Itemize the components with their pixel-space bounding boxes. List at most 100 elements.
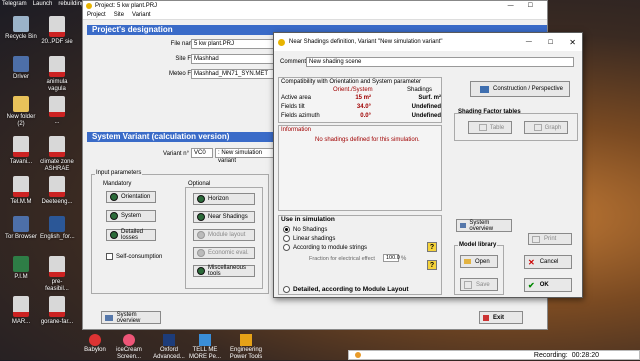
exit-button[interactable]: Exit xyxy=(479,311,523,324)
system-overview-label: System overview xyxy=(116,311,141,324)
desktop-icon[interactable]: 20..PDF sie xyxy=(40,16,74,46)
dialog-maximize-icon[interactable]: ☐ xyxy=(548,39,553,46)
table-button[interactable]: Table xyxy=(468,121,512,134)
desktop-icon-label: Tel.M.M xyxy=(10,199,32,205)
variant-name-field[interactable]: : New simulation variant xyxy=(215,148,275,164)
desktop-icon[interactable]: Tavani... xyxy=(4,136,38,166)
main-titlebar: Project: 5 kw plant.PRJ — ☐ xyxy=(83,1,547,10)
variant-code-field[interactable]: VC0 xyxy=(191,148,213,158)
desktop-icon-label: P.I.M xyxy=(14,274,28,280)
perspective-icon xyxy=(479,85,489,93)
miscellaneous-tools-label: Miscellaneous tools xyxy=(208,265,247,277)
icecream-icon xyxy=(123,334,135,346)
desktop-icon[interactable]: P.I.M xyxy=(4,256,38,281)
desktop-icon-label: ... xyxy=(54,119,60,125)
radio-module-strings[interactable]: According to module strings xyxy=(283,244,367,251)
system-button[interactable]: System xyxy=(106,210,156,222)
exit-icon xyxy=(483,314,489,321)
graph-icon xyxy=(533,124,542,131)
compatibility-title: Compatibility with Orientation and Syste… xyxy=(281,79,422,85)
system-overview-icon xyxy=(105,314,113,321)
pdf-file-icon xyxy=(49,16,65,37)
main-system-overview-button[interactable]: System overview xyxy=(101,311,161,324)
print-icon xyxy=(532,235,540,243)
file-name-field[interactable]: 5 kw plant.PRJ xyxy=(191,39,275,49)
taskbar-app-label: Oxford Advanced... xyxy=(153,347,185,360)
desktop-icon[interactable]: English_for... xyxy=(40,216,75,241)
self-consumption-checkbox[interactable]: Self-consumption xyxy=(106,253,162,260)
desktop-icon-label: MAR... xyxy=(11,319,31,325)
taskbar-app[interactable]: Babylon xyxy=(80,334,110,354)
use-in-simulation-title: Use in simulation xyxy=(281,216,335,223)
orientation-button[interactable]: Orientation xyxy=(106,191,156,203)
maximize-icon[interactable]: ☐ xyxy=(528,2,533,9)
cancel-button[interactable]: ✕ Cancel xyxy=(524,255,572,269)
desktop-icon[interactable]: Recycle Bin xyxy=(4,16,38,41)
taskbar-app[interactable]: TELL ME MORE Pe... xyxy=(188,334,222,361)
help-button[interactable]: ? xyxy=(427,242,437,252)
desktop-icon-label: Recycle Bin xyxy=(5,34,37,40)
construction-perspective-button[interactable]: Construction / Perspective xyxy=(470,81,570,97)
construction-perspective-label: Construction / Perspective xyxy=(492,86,564,92)
comment-label: Comment xyxy=(280,59,307,65)
horizon-button[interactable]: Horizon xyxy=(193,193,255,205)
desktop-icon[interactable]: animula vagula xyxy=(40,56,74,93)
taskbar-app[interactable]: iceCream Screen... xyxy=(114,334,144,361)
near-shadings-button[interactable]: Near Shadings xyxy=(193,211,255,223)
radio-detailed-layout[interactable]: Detailed, according to Module Layout xyxy=(283,286,409,293)
pdf-file-icon xyxy=(49,176,65,197)
detailed-losses-label: Detailed losses xyxy=(121,229,144,241)
dialog-minimize-icon[interactable]: — xyxy=(526,39,532,45)
open-button[interactable]: Open xyxy=(460,255,498,268)
desktop-icon[interactable]: Deeteeng... xyxy=(40,176,74,206)
compatibility-box: Compatibility with Orientation and Syste… xyxy=(278,77,442,123)
desktop-icon[interactable]: Tel.M.M xyxy=(4,176,38,206)
radio-no-shadings-label: No Shadings xyxy=(293,227,328,234)
menu-variant[interactable]: Variant xyxy=(132,12,151,18)
information-box: Information No shadings defined for this… xyxy=(278,125,442,211)
ok-button[interactable]: ✔ OK xyxy=(524,278,572,292)
print-button[interactable]: Print xyxy=(528,233,572,245)
use-in-simulation-group: Use in simulation No Shadings Linear sha… xyxy=(278,215,442,295)
taskbar-app[interactable]: Engineering Power Tools xyxy=(226,334,266,361)
desktop-icon[interactable]: Driver xyxy=(4,56,38,81)
taskbar-app[interactable]: Oxford Advanced... xyxy=(152,334,186,361)
radio-linear-shadings[interactable]: Linear shadings xyxy=(283,235,335,242)
pdf-file-icon xyxy=(49,96,65,117)
desktop-icon[interactable]: New folder (2) xyxy=(4,96,38,128)
economic-eval-button[interactable]: Economic eval. xyxy=(193,247,255,259)
desktop-icon[interactable]: gorane-far... xyxy=(40,296,74,326)
recording-time: 00:28:20 xyxy=(571,351,599,359)
graph-button[interactable]: Graph xyxy=(524,121,568,134)
fraction-input[interactable]: 100.0 xyxy=(383,254,400,262)
desktop-icon[interactable]: climate zone ASHRAE xyxy=(40,136,74,173)
meteo-file-field[interactable]: Mashhad_MN71_SYN.MET xyxy=(191,69,275,79)
help-button[interactable]: ? xyxy=(427,260,437,270)
status-icon xyxy=(110,193,118,201)
menu-site[interactable]: Site xyxy=(114,12,124,18)
module-layout-button[interactable]: Module layout xyxy=(193,229,255,241)
desktop-icon[interactable]: pre-feasibil... xyxy=(40,256,74,293)
detailed-losses-button[interactable]: Detailed losses xyxy=(106,229,156,241)
pdf-file-icon xyxy=(49,56,65,77)
desktop-icon[interactable]: Tor Browser xyxy=(4,216,38,241)
taskbar-app-label: iceCream Screen... xyxy=(116,347,142,360)
dialog-system-overview-button[interactable]: System overview xyxy=(456,219,512,232)
recycle-bin-icon xyxy=(13,16,29,32)
site-file-field[interactable]: Mashhad xyxy=(191,54,275,64)
comment-field[interactable]: New shading scene xyxy=(306,57,574,67)
desktop-icon[interactable]: ... xyxy=(40,96,74,126)
dialog-close-icon[interactable]: ✕ xyxy=(569,38,576,47)
table-label: Table xyxy=(489,124,505,131)
desktop-icon-label: New folder (2) xyxy=(6,114,36,127)
word-file-icon xyxy=(49,216,65,232)
row-shadings-value: Surf. m² xyxy=(418,95,441,101)
radio-no-shadings[interactable]: No Shadings xyxy=(283,226,327,233)
taskbar-app-label: Engineering Power Tools xyxy=(229,347,263,360)
desktop-icon[interactable]: MAR... xyxy=(4,296,38,326)
minimize-icon[interactable]: — xyxy=(508,3,514,9)
taskbar-app-label: Babylon xyxy=(84,347,106,353)
save-button[interactable]: Save xyxy=(460,278,498,291)
miscellaneous-tools-button[interactable]: Miscellaneous tools xyxy=(193,265,255,277)
menu-project[interactable]: Project xyxy=(87,12,106,18)
